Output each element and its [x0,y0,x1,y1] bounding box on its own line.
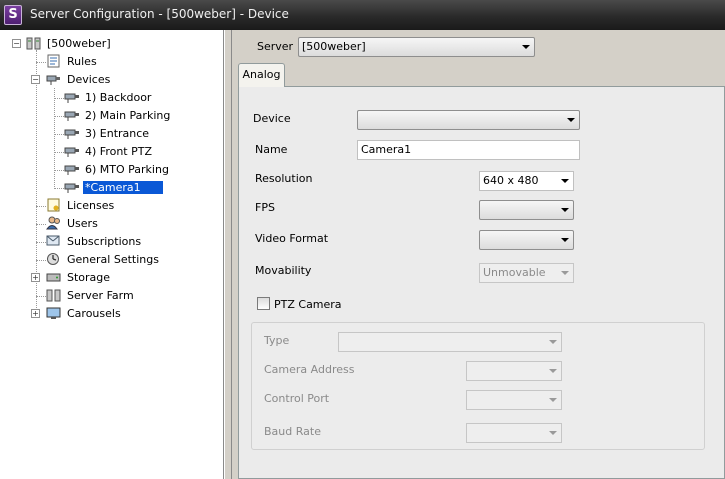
tree-item-camera-selected[interactable]: *Camera1 [64,179,163,196]
carousels-expand-toggle[interactable]: + [31,309,40,318]
camera-icon [64,126,80,140]
ptz-type-dropdown[interactable] [338,332,562,352]
chevron-down-icon [549,431,557,435]
devices-icon [46,72,62,86]
ptz-type-label: Type [264,334,290,347]
users-icon [46,216,62,230]
server-label: Server [257,40,294,53]
ptz-camera-checkbox[interactable] [257,297,270,310]
title-bar: S Server Configuration - [500weber] - De… [0,0,725,30]
chevron-down-icon [561,238,569,242]
tree-item-root[interactable]: [500weber] [26,35,113,52]
camera-icon [64,144,80,158]
chevron-down-icon [567,118,575,122]
camera-icon [64,90,80,104]
chevron-down-icon [522,45,530,49]
tab-analog[interactable]: Analog [238,63,285,87]
chevron-down-icon [561,271,569,275]
movability-label: Movability [255,264,312,277]
licenses-icon [46,198,62,212]
subscriptions-icon [46,234,62,248]
tree-item-devices[interactable]: Devices [46,71,112,88]
tree-item-camera[interactable]: 4) Front PTZ [64,143,154,160]
storage-expand-toggle[interactable]: + [31,273,40,282]
camera-address-label: Camera Address [264,363,355,376]
camera-address-dropdown[interactable] [466,361,562,381]
ptz-camera-label[interactable]: PTZ Camera [274,298,342,311]
movability-dropdown[interactable]: Unmovable [479,263,574,283]
control-port-label: Control Port [264,392,330,405]
chevron-down-icon [561,179,569,183]
window-title: Server Configuration - [500weber] - Devi… [30,7,289,21]
root-collapse-toggle[interactable]: − [12,39,21,48]
server-farm-icon [46,288,62,302]
carousels-icon [46,306,62,320]
fps-label: FPS [255,201,275,214]
app-icon[interactable]: S [4,5,22,25]
camera-icon [64,162,80,176]
tree-item-general-settings[interactable]: General Settings [46,251,161,268]
settings-icon [46,252,62,266]
tree-item-carousels[interactable]: Carousels [46,305,123,322]
chevron-down-icon [549,398,557,402]
tree-item-camera[interactable]: 1) Backdoor [64,89,153,106]
panel-splitter[interactable] [224,30,232,479]
name-field[interactable]: Camera1 [357,140,580,160]
storage-icon [46,270,62,284]
server-icon [26,36,42,50]
chevron-down-icon [549,340,557,344]
resolution-label: Resolution [255,172,313,185]
baud-rate-label: Baud Rate [264,425,321,438]
name-label: Name [255,143,288,156]
device-config-panel: Server [500weber] Analog Device Name Cam… [232,30,725,479]
tree-item-users[interactable]: Users [46,215,100,232]
devices-collapse-toggle[interactable]: − [31,75,40,84]
control-port-dropdown[interactable] [466,390,562,410]
resolution-dropdown[interactable]: 640 x 480 [479,171,574,191]
video-format-label: Video Format [255,232,329,245]
rules-icon [46,54,62,68]
tree-item-camera[interactable]: 6) MTO Parking [64,161,171,178]
tree-item-subscriptions[interactable]: Subscriptions [46,233,143,250]
device-dropdown[interactable] [357,110,580,130]
tree-item-storage[interactable]: Storage [46,269,112,286]
video-format-dropdown[interactable] [479,230,574,250]
fps-dropdown[interactable] [479,200,574,220]
device-label: Device [253,112,291,125]
camera-icon [64,180,80,194]
ptz-settings-group: Type Camera Address Control Port Baud Ra… [251,322,705,450]
chevron-down-icon [549,369,557,373]
tree-item-server-farm[interactable]: Server Farm [46,287,136,304]
navigation-tree: − [500weber] Rules − Devices 1) Backdoor… [0,30,224,479]
tree-item-rules[interactable]: Rules [46,53,99,70]
camera-icon [64,108,80,122]
baud-rate-dropdown[interactable] [466,423,562,443]
tree-item-licenses[interactable]: Licenses [46,197,116,214]
tree-item-camera[interactable]: 2) Main Parking [64,107,172,124]
server-dropdown[interactable]: [500weber] [298,37,535,57]
tree-item-camera[interactable]: 3) Entrance [64,125,151,142]
chevron-down-icon [561,208,569,212]
